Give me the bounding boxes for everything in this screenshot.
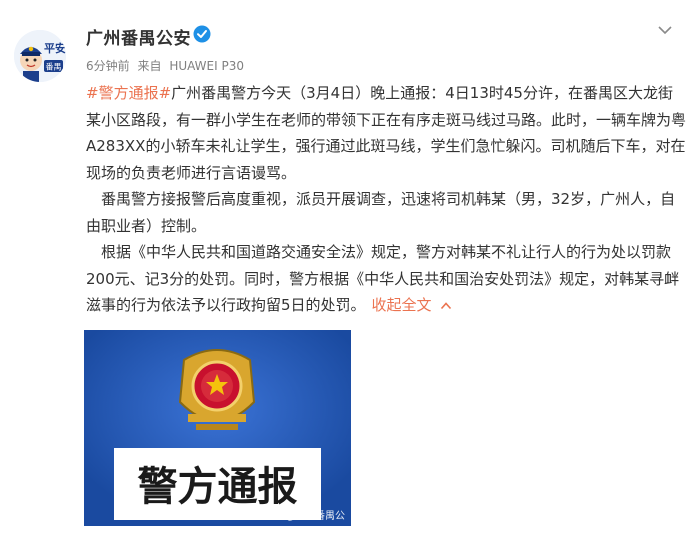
police-emblem-icon — [178, 349, 256, 430]
post-source: HUAWEI P30 — [169, 59, 244, 73]
avatar-text-badge: 番禺 — [46, 62, 62, 72]
collapse-button[interactable]: 收起全文 — [372, 296, 432, 314]
post-image[interactable]: 警方通报 @广州番禺公 — [84, 330, 351, 526]
source-prefix: 来自 — [137, 59, 162, 73]
verified-icon — [193, 25, 211, 43]
chevron-down-icon[interactable] — [657, 24, 673, 36]
post-meta: 6分钟前 来自 HUAWEI P30 — [86, 57, 248, 74]
image-caption: 警方通报 — [138, 463, 298, 510]
account-avatar[interactable]: 平安 番禺 — [14, 30, 66, 82]
image-watermark: @广州番禺公 — [285, 511, 345, 522]
account-name[interactable]: 广州番禺公安 — [86, 24, 191, 49]
post-paragraph-1-text: 广州番禺警方今天（3月4日）晚上通报：4日13时45分许，在番禺区大龙街某小区路… — [86, 84, 687, 182]
post-paragraph-1: #警方通报#广州番禺警方今天（3月4日）晚上通报：4日13时45分许，在番禺区大… — [86, 80, 686, 186]
hashtag-link[interactable]: #警方通报# — [86, 84, 171, 102]
post-paragraph-2: 番禺警方接报警后高度重视，派员开展调查，迅速将司机韩某（男，32岁，广州人，自由… — [86, 190, 676, 235]
chevron-up-icon[interactable] — [440, 301, 452, 310]
post-time[interactable]: 6分钟前 — [86, 59, 130, 73]
avatar-text-top: 平安 — [44, 41, 66, 55]
post-paragraph-3: 根据《中华人民共和国道路交通安全法》规定，警方对韩某不礼让行人的行为处以罚款20… — [86, 239, 686, 319]
post-content: #警方通报#广州番禺警方今天（3月4日）晚上通报：4日13时45分许，在番禺区大… — [86, 80, 686, 319]
